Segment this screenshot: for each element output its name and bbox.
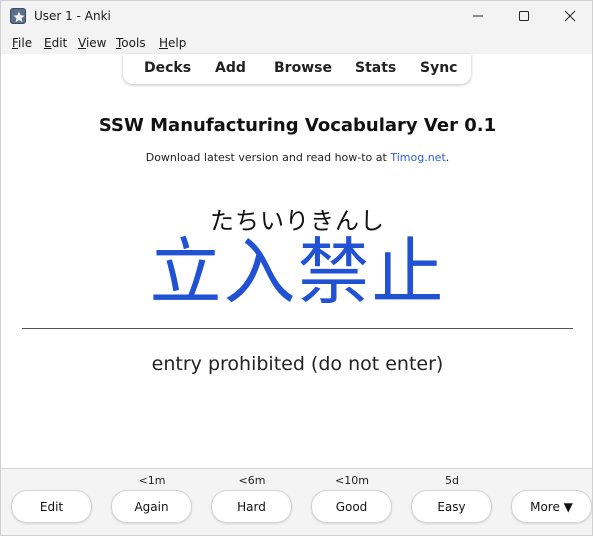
card-title: SSW Manufacturing Vocabulary Ver 0.1 [98,115,497,136]
menu-file[interactable]: File [12,36,32,50]
minimize-icon [473,15,483,17]
english-meaning: entry prohibited (do not enter) [151,353,444,375]
minimize-button[interactable] [455,1,501,32]
menu-tools[interactable]: Tools [116,36,146,50]
subtitle-text: Download latest version and read how-to … [145,151,391,164]
menu-view[interactable]: View [78,36,106,50]
title-bar: User 1 - Anki [1,1,592,32]
main-toolbar: Decks Add Browse Stats Sync [123,54,471,84]
menu-edit[interactable]: Edit [44,36,67,50]
browse-link[interactable]: Browse [274,60,332,76]
maximize-icon [519,11,529,21]
answer-divider [22,328,573,329]
again-button[interactable]: Again [111,490,192,523]
menu-help[interactable]: Help [159,36,186,50]
edit-button[interactable]: Edit [11,490,92,523]
menu-bar: File Edit View Tools Help [1,32,592,54]
hard-interval: <6m [238,474,266,487]
easy-button[interactable]: Easy [411,490,492,523]
window-title: User 1 - Anki [34,9,111,23]
hard-button[interactable]: Hard [211,490,292,523]
anki-star-icon [10,8,26,24]
timog-link[interactable]: Timog.net [390,151,445,164]
card-subtitle: Download latest version and read how-to … [1,151,592,164]
close-icon [564,10,576,22]
sync-link[interactable]: Sync [420,60,457,76]
stats-link[interactable]: Stats [355,60,396,76]
close-button[interactable] [547,1,592,32]
easy-interval: 5d [445,474,459,487]
maximize-button[interactable] [501,1,547,32]
subtitle-period: . [445,151,450,164]
good-interval: <10m [335,474,369,487]
anki-window: User 1 - Anki File Edit View Tools Help … [0,0,593,536]
again-interval: <1m [138,474,166,487]
answer-bar: Edit <1m Again <6m Hard <10m Good 5d Eas… [1,468,592,535]
more-button[interactable]: More ▼ [511,490,592,523]
add-link[interactable]: Add [215,60,246,76]
good-button[interactable]: Good [311,490,392,523]
decks-link[interactable]: Decks [144,60,191,76]
kanji-term: 立入禁止 [149,230,446,314]
